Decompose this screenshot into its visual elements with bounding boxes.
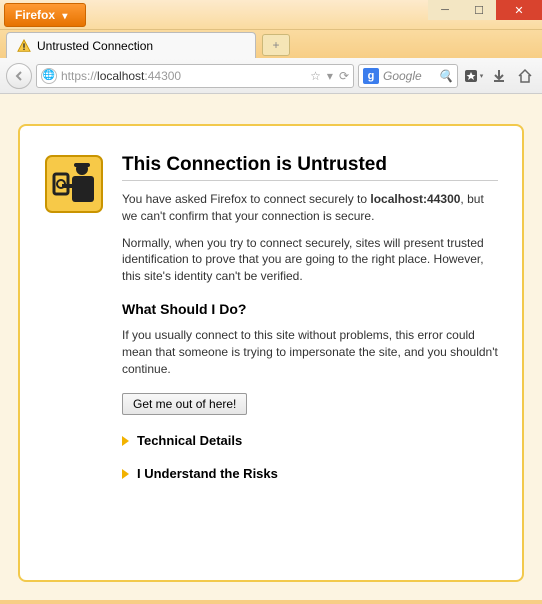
warning-icon bbox=[17, 39, 31, 53]
downloads-button[interactable] bbox=[488, 65, 510, 87]
tab-untrusted-connection[interactable]: Untrusted Connection bbox=[6, 32, 256, 58]
get-out-button[interactable]: Get me out of here! bbox=[122, 393, 247, 415]
home-button[interactable] bbox=[514, 65, 536, 87]
address-bar[interactable]: 🌐 https://localhost:44300 ☆ ▾ ⟳ bbox=[36, 64, 354, 88]
new-tab-button[interactable]: + bbox=[262, 34, 290, 56]
minimize-button[interactable]: ─ bbox=[428, 0, 462, 20]
maximize-button[interactable]: ☐ bbox=[462, 0, 496, 20]
reload-icon[interactable]: ⟳ bbox=[339, 69, 349, 83]
star-icon[interactable]: ☆ bbox=[310, 69, 321, 83]
warning-paragraph-2: Normally, when you try to connect secure… bbox=[122, 235, 498, 285]
warning-body: This Connection is Untrusted You have as… bbox=[122, 154, 498, 556]
window-titlebar: Firefox ─ ☐ ✕ bbox=[0, 0, 542, 30]
warning-card: This Connection is Untrusted You have as… bbox=[18, 124, 524, 582]
page-heading: This Connection is Untrusted bbox=[122, 154, 498, 181]
back-button[interactable] bbox=[6, 63, 32, 89]
triangle-icon bbox=[122, 469, 129, 479]
search-icon[interactable]: 🔍 bbox=[438, 69, 453, 83]
url-text: https://localhost:44300 bbox=[61, 69, 306, 83]
dropdown-icon[interactable]: ▾ bbox=[327, 69, 333, 83]
understand-risks-label: I Understand the Risks bbox=[137, 466, 278, 481]
warning-paragraph-3: If you usually connect to this site with… bbox=[122, 327, 498, 377]
close-button[interactable]: ✕ bbox=[496, 0, 542, 20]
bookmarks-button[interactable]: ▾ bbox=[462, 65, 484, 87]
subheading: What Should I Do? bbox=[122, 301, 498, 317]
technical-details-expander[interactable]: Technical Details bbox=[122, 433, 498, 448]
navigation-bar: 🌐 https://localhost:44300 ☆ ▾ ⟳ g Google… bbox=[0, 58, 542, 94]
globe-icon: 🌐 bbox=[41, 68, 57, 84]
triangle-icon bbox=[122, 436, 129, 446]
page-content: This Connection is Untrusted You have as… bbox=[0, 94, 542, 600]
tab-title: Untrusted Connection bbox=[37, 39, 153, 53]
police-warning-icon bbox=[44, 154, 104, 214]
google-icon: g bbox=[363, 68, 379, 84]
window-controls: ─ ☐ ✕ bbox=[428, 0, 542, 20]
search-placeholder: Google bbox=[383, 69, 434, 83]
warning-paragraph-1: You have asked Firefox to connect secure… bbox=[122, 191, 498, 225]
urlbar-icons: ☆ ▾ ⟳ bbox=[310, 69, 349, 83]
firefox-menu-button[interactable]: Firefox bbox=[4, 3, 86, 27]
firefox-menu-label: Firefox bbox=[15, 8, 55, 22]
understand-risks-expander[interactable]: I Understand the Risks bbox=[122, 466, 498, 481]
window-bottom-border bbox=[0, 600, 542, 604]
technical-details-label: Technical Details bbox=[137, 433, 242, 448]
search-box[interactable]: g Google 🔍 bbox=[358, 64, 458, 88]
tab-bar: Untrusted Connection + bbox=[0, 30, 542, 58]
